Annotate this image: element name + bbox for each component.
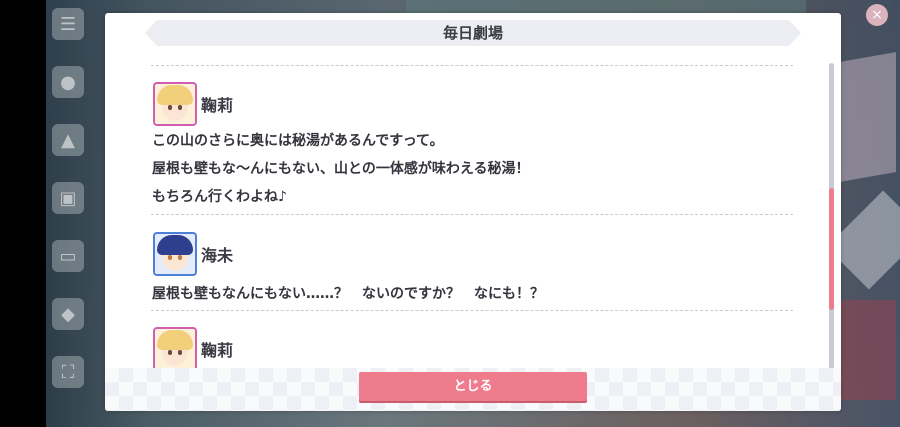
chat-icon[interactable]: ● (52, 66, 84, 98)
screen-icon[interactable]: ▭ (52, 240, 84, 272)
divider (151, 214, 793, 215)
umi-avatar (153, 232, 197, 276)
speaker-name: 鞠莉 (201, 341, 234, 360)
divider (151, 65, 793, 66)
trophy-icon[interactable]: ◆ (52, 298, 84, 330)
dialogue-line: 屋根も壁もな〜んにもない、山との一体感が味わえる秘湯！ (152, 161, 530, 177)
menu-icon[interactable]: ☰ (52, 8, 84, 40)
dialogue-line: もちろん行くわよね♪ (152, 189, 287, 205)
system-bar (0, 0, 46, 427)
fullscreen-icon[interactable]: ⛶ (52, 356, 84, 388)
speaker-name: 鞠莉 (201, 96, 234, 115)
side-menu: ☰ ● ▲ ▣ ▭ ◆ ⛶ (52, 8, 88, 414)
speaker-row: 鞠莉 (153, 327, 233, 370)
corner-close-icon[interactable]: × (866, 4, 888, 26)
mari-avatar (153, 82, 197, 126)
theater-dialog: 毎日劇場 鞠莉 この山のさらに奥には秘湯があるんですって。 屋根も壁もな〜んにも… (105, 13, 841, 411)
speaker-row: 海未 (153, 232, 233, 276)
speaker-name: 海未 (201, 246, 234, 265)
dialog-log[interactable]: 鞠莉 この山のさらに奥には秘湯があるんですって。 屋根も壁もな〜んにもない、山と… (151, 65, 793, 370)
scrollbar-thumb[interactable] (829, 188, 834, 310)
mari-avatar (153, 327, 197, 370)
title-bar: 毎日劇場 (145, 20, 801, 46)
dialog-title: 毎日劇場 (442, 24, 503, 42)
speaker-row: 鞠莉 (153, 82, 233, 126)
present-icon[interactable]: ▣ (52, 182, 84, 214)
divider (151, 310, 793, 311)
dialogue-line: この山のさらに奥には秘湯があるんですって。 (152, 133, 444, 149)
costume-icon[interactable]: ▲ (52, 124, 84, 156)
dialogue-line: 屋根も壁もなんにもない……？ ないのですか？ なにも！？ (152, 286, 544, 302)
close-button[interactable]: とじる (359, 372, 587, 401)
